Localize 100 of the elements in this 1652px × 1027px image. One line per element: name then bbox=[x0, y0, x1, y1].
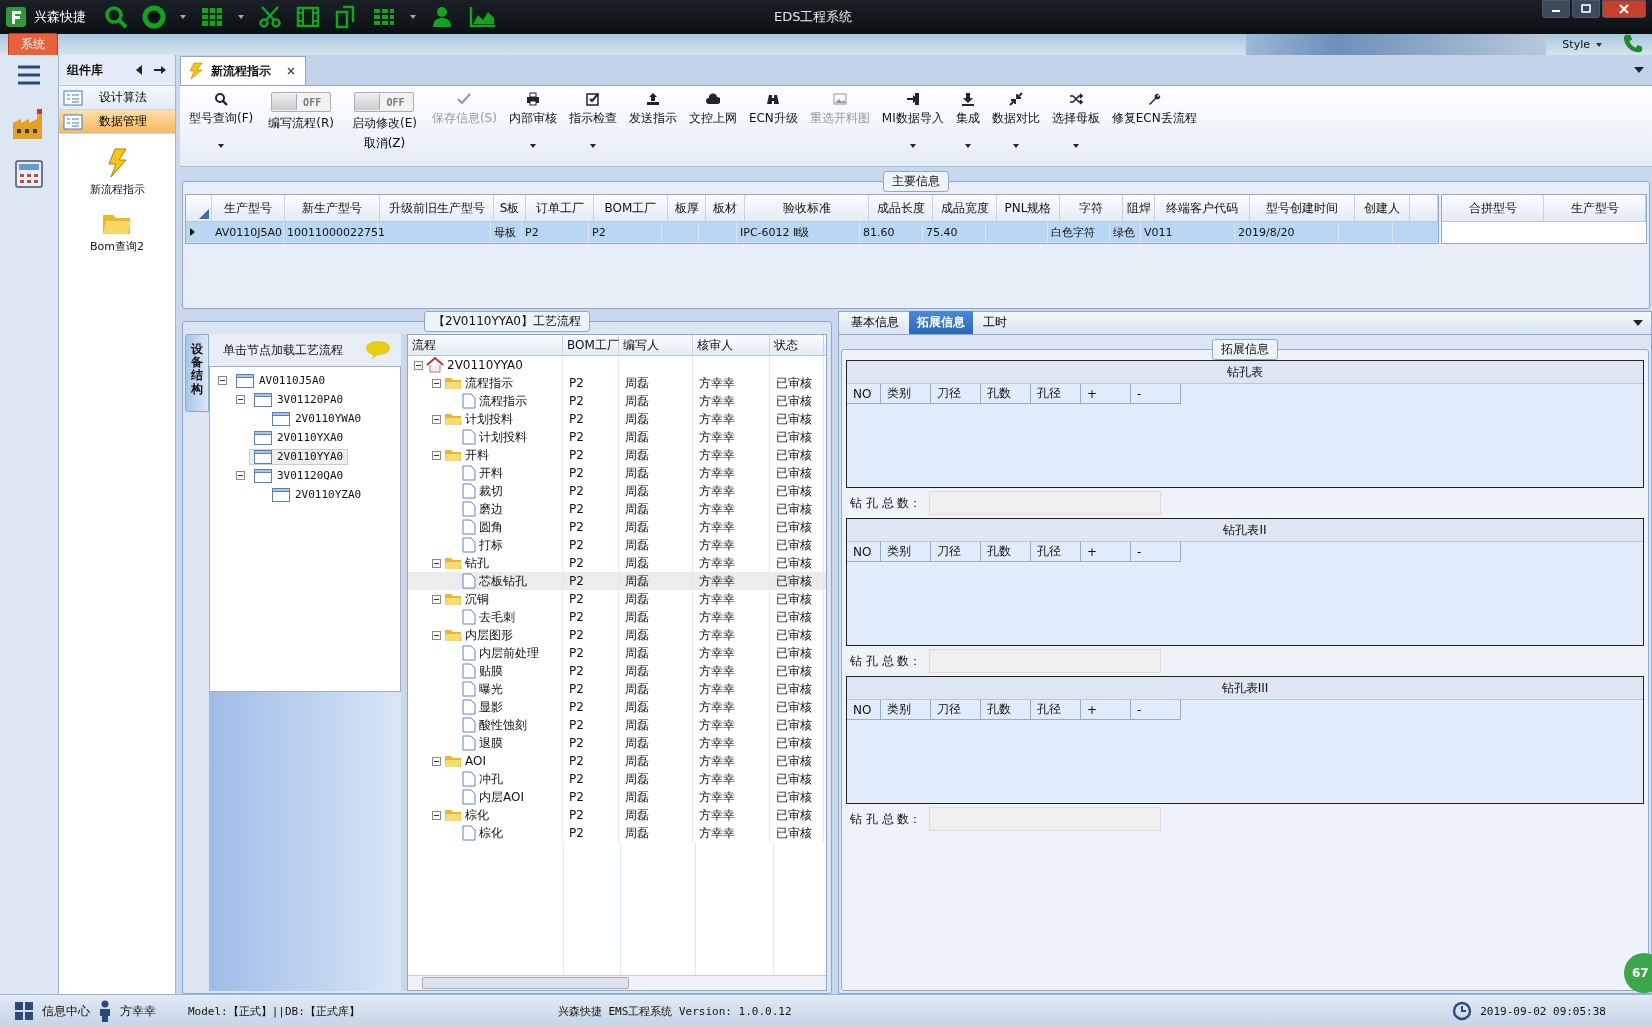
collapse-icon[interactable] bbox=[432, 756, 441, 766]
column-header[interactable]: BOM工厂 bbox=[563, 335, 619, 355]
column-header[interactable]: 编写人 bbox=[619, 335, 693, 355]
column-header[interactable]: 升级前旧生产型号 bbox=[380, 195, 494, 221]
library-item[interactable]: 设计算法 bbox=[59, 86, 175, 110]
column-header[interactable]: + bbox=[1081, 384, 1131, 404]
tool-label[interactable]: 新流程指示 bbox=[89, 182, 145, 197]
column-header[interactable]: BOM工厂 bbox=[594, 195, 668, 221]
tree-row[interactable]: 2V0110YYA0 bbox=[408, 356, 826, 374]
column-header[interactable]: 孔数 bbox=[981, 542, 1031, 562]
tree-node[interactable]: 2V0110YZA0 bbox=[267, 486, 367, 503]
maximize-button[interactable] bbox=[1572, 0, 1600, 18]
tree-row[interactable]: 显影 P2 周磊 方幸幸 已审核 bbox=[408, 698, 826, 716]
toolbar-button[interactable]: 文控上网 bbox=[685, 90, 740, 156]
column-header[interactable]: 类别 bbox=[881, 542, 931, 562]
tree-row[interactable]: 芯板钻孔 P2 周磊 方幸幸 已审核 bbox=[408, 572, 826, 590]
tree-row[interactable]: 打标 P2 周磊 方幸幸 已审核 bbox=[408, 536, 826, 554]
toolbar-button[interactable]: 型号查询(F) bbox=[186, 90, 257, 156]
column-header[interactable]: PNL规格 bbox=[997, 195, 1060, 221]
tab[interactable]: 拓展信息 bbox=[909, 311, 973, 334]
tree-row[interactable]: 内层图形 P2 周磊 方幸幸 已审核 bbox=[408, 626, 826, 644]
tool-label[interactable]: Bom查询2 bbox=[90, 239, 144, 254]
dropdown-icon[interactable] bbox=[1633, 320, 1643, 326]
close-button[interactable] bbox=[1602, 0, 1646, 18]
column-header[interactable]: 刀径 bbox=[931, 542, 981, 562]
dropdown-icon[interactable] bbox=[1634, 67, 1644, 73]
column-header[interactable]: 孔数 bbox=[981, 384, 1031, 404]
tree-row[interactable]: 流程指示 P2 周磊 方幸幸 已审核 bbox=[408, 392, 826, 410]
collapse-icon[interactable] bbox=[432, 414, 441, 424]
tab[interactable]: 工时 bbox=[975, 311, 1015, 334]
toolbar-button[interactable]: 内部审核 bbox=[505, 90, 560, 156]
tree-row[interactable]: 贴膜 P2 周磊 方幸幸 已审核 bbox=[408, 662, 826, 680]
film-icon[interactable] bbox=[296, 5, 320, 29]
tree-row[interactable]: 计划投料 P2 周磊 方幸幸 已审核 bbox=[408, 410, 826, 428]
column-header[interactable]: 孔径 bbox=[1031, 700, 1081, 720]
tree-row[interactable]: 去毛刺 P2 周磊 方幸幸 已审核 bbox=[408, 608, 826, 626]
tree-row[interactable]: 开料 P2 周磊 方幸幸 已审核 bbox=[408, 464, 826, 482]
toolbar-button[interactable]: 集成 bbox=[952, 90, 983, 156]
collapse-icon[interactable] bbox=[432, 630, 441, 640]
tree-row[interactable]: 冲孔 P2 周磊 方幸幸 已审核 bbox=[408, 770, 826, 788]
tree-node[interactable]: 3V01120PA0 bbox=[249, 391, 349, 408]
column-header[interactable]: 流程 bbox=[408, 335, 563, 355]
collapse-icon[interactable] bbox=[236, 395, 245, 404]
column-header[interactable]: 刀径 bbox=[931, 384, 981, 404]
column-header[interactable]: 成品长度 bbox=[869, 195, 933, 221]
tree-row[interactable]: 裁切 P2 周磊 方幸幸 已审核 bbox=[408, 482, 826, 500]
toolbar-button[interactable]: 指示检查 bbox=[565, 90, 620, 156]
column-header[interactable]: - bbox=[1131, 384, 1181, 404]
tree-row[interactable]: 沉铜 P2 周磊 方幸幸 已审核 bbox=[408, 590, 826, 608]
document-tab[interactable]: 新流程指示 bbox=[180, 56, 306, 85]
column-header[interactable]: NO bbox=[847, 700, 881, 720]
close-icon[interactable] bbox=[287, 67, 295, 75]
collapse-icon[interactable] bbox=[432, 810, 441, 820]
column-header[interactable]: 合拼型号 bbox=[1442, 195, 1544, 221]
column-header[interactable]: 生产型号 bbox=[212, 195, 285, 221]
info-center-link[interactable]: 信息中心 bbox=[42, 1002, 90, 1020]
toggle-switch[interactable]: OFF bbox=[271, 92, 332, 112]
column-header[interactable]: + bbox=[1081, 700, 1131, 720]
toolbar-button[interactable]: MI数据导入 bbox=[878, 90, 947, 156]
tree-row[interactable]: 酸性蚀刻 P2 周磊 方幸幸 已审核 bbox=[408, 716, 826, 734]
tree-row[interactable]: 退膜 P2 周磊 方幸幸 已审核 bbox=[408, 734, 826, 752]
column-header[interactable]: 类别 bbox=[881, 384, 931, 404]
column-header[interactable]: S板 bbox=[494, 195, 526, 221]
tree-row[interactable]: 开料 P2 周磊 方幸幸 已审核 bbox=[408, 446, 826, 464]
toolbar-button[interactable]: 发送指示 bbox=[625, 90, 680, 156]
column-header[interactable]: NO bbox=[847, 542, 881, 562]
column-header[interactable]: 孔数 bbox=[981, 700, 1031, 720]
tree-row[interactable]: 磨边 P2 周磊 方幸幸 已审核 bbox=[408, 500, 826, 518]
user-icon[interactable] bbox=[430, 5, 454, 29]
tree-node[interactable]: 2V0110YYA0 bbox=[249, 448, 349, 465]
horizontal-scrollbar[interactable] bbox=[408, 975, 826, 990]
tree-row[interactable]: 内层前处理 P2 周磊 方幸幸 已审核 bbox=[408, 644, 826, 662]
search-icon[interactable] bbox=[104, 5, 128, 29]
column-header[interactable]: 终端客户代码 bbox=[1155, 195, 1250, 221]
tree-node[interactable]: 3V01120QA0 bbox=[249, 467, 349, 484]
column-header[interactable]: 板厚 bbox=[668, 195, 706, 221]
tree-row[interactable]: 计划投料 P2 周磊 方幸幸 已审核 bbox=[408, 428, 826, 446]
toolbar-button[interactable]: ECN升级 bbox=[745, 90, 801, 156]
column-header[interactable]: 成品宽度 bbox=[933, 195, 997, 221]
column-header[interactable]: 字符 bbox=[1060, 195, 1123, 221]
collapse-icon[interactable] bbox=[432, 378, 441, 388]
calculator-icon[interactable] bbox=[14, 159, 44, 189]
column-header[interactable]: 板材 bbox=[706, 195, 745, 221]
column-header[interactable]: - bbox=[1131, 542, 1181, 562]
phone-icon[interactable] bbox=[1622, 33, 1644, 55]
column-header[interactable]: 状态 bbox=[770, 335, 824, 355]
caret-icon[interactable] bbox=[410, 15, 416, 19]
collapse-icon[interactable] bbox=[432, 558, 441, 568]
column-header[interactable]: + bbox=[1081, 542, 1131, 562]
total-field[interactable] bbox=[929, 649, 1162, 673]
toolbar-button[interactable]: 数据对比 bbox=[988, 90, 1043, 156]
total-field[interactable] bbox=[929, 807, 1162, 831]
area-chart-icon[interactable] bbox=[468, 5, 496, 29]
tree-row[interactable]: 棕化 P2 周磊 方幸幸 已审核 bbox=[408, 806, 826, 824]
grid-icon[interactable] bbox=[14, 1001, 34, 1021]
column-header[interactable]: - bbox=[1131, 700, 1181, 720]
collapse-left-icon[interactable] bbox=[135, 65, 143, 75]
tree-row[interactable]: AOI P2 周磊 方幸幸 已审核 bbox=[408, 752, 826, 770]
table-row[interactable]: AV0110J5A0 10011000022751 母板 P2 P2 IPC-6012 Ⅱ级 81.60 75.40 白色字符 绿色 V011 2019/8/20 bbox=[186, 222, 1438, 243]
column-header[interactable]: 型号创建时间 bbox=[1250, 195, 1355, 221]
